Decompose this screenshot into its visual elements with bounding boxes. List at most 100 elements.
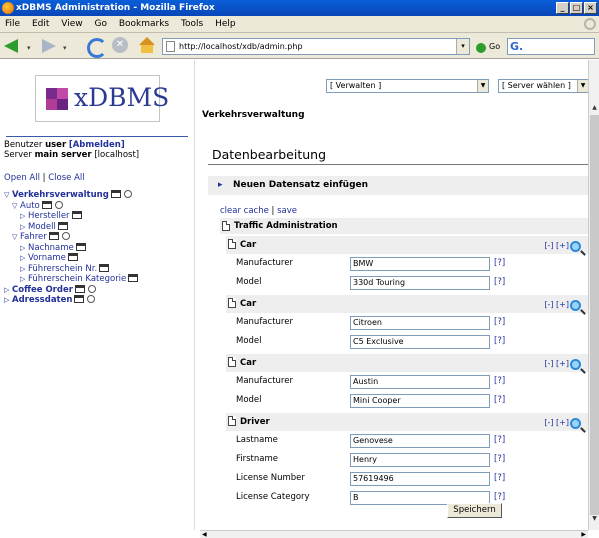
- go-button[interactable]: Go: [489, 42, 500, 51]
- tree-item-label[interactable]: Fahrer: [20, 232, 47, 242]
- go-arrow-icon[interactable]: [476, 43, 486, 53]
- menu-edit[interactable]: Edit: [32, 19, 49, 29]
- server-select[interactable]: [ Server wählen ] ▼: [498, 79, 589, 93]
- save-button[interactable]: Speichern: [447, 503, 502, 518]
- help-link[interactable]: [?]: [494, 473, 505, 483]
- menu-tools[interactable]: Tools: [181, 19, 203, 29]
- triangle-right-icon[interactable]: ▷: [20, 211, 28, 222]
- menu-view[interactable]: View: [61, 19, 82, 29]
- maximize-button[interactable]: □: [570, 2, 583, 14]
- expand-link[interactable]: [+]: [556, 300, 569, 309]
- magnifier-icon[interactable]: [570, 241, 581, 252]
- logout-link[interactable]: [Abmelden]: [69, 140, 125, 150]
- collapse-link[interactable]: [-]: [544, 241, 553, 250]
- back-arrow-icon[interactable]: [4, 37, 24, 55]
- tree-item[interactable]: ▽ Fahrer: [4, 232, 194, 243]
- help-link[interactable]: [?]: [494, 435, 505, 445]
- triangle-right-icon[interactable]: ▷: [20, 222, 28, 233]
- tree-item-label[interactable]: Vorname: [28, 253, 66, 263]
- tree-item[interactable]: ▷ Modell: [4, 221, 194, 233]
- table-edit-icon[interactable]: [74, 284, 85, 293]
- search-icon[interactable]: [87, 284, 96, 293]
- tree-item[interactable]: ▷ Vorname: [4, 253, 194, 264]
- tree-item-label[interactable]: Auto: [20, 201, 40, 211]
- expand-link[interactable]: [+]: [556, 241, 569, 250]
- table-edit-icon[interactable]: [57, 221, 68, 230]
- url-input[interactable]: http://localhost/xdb/admin.php ▾: [162, 38, 470, 55]
- table-edit-icon[interactable]: [48, 232, 59, 240]
- table-edit-icon[interactable]: [74, 295, 85, 303]
- search-icon[interactable]: [87, 295, 96, 303]
- field-input[interactable]: 57619496: [350, 472, 490, 486]
- tree-item[interactable]: ▷ Führerschein Kategorie: [4, 274, 194, 285]
- scroll-up-icon[interactable]: ▲: [590, 104, 599, 113]
- collapse-link[interactable]: [-]: [544, 359, 553, 368]
- home-icon[interactable]: [138, 37, 156, 55]
- table-edit-icon[interactable]: [75, 242, 86, 251]
- search-input[interactable]: G.: [507, 38, 595, 55]
- help-link[interactable]: [?]: [494, 258, 505, 268]
- triangle-right-icon[interactable]: ▷: [4, 285, 12, 296]
- scroll-left-icon[interactable]: ◀: [202, 531, 207, 538]
- field-input[interactable]: Mini Cooper: [350, 394, 490, 408]
- magnifier-icon[interactable]: [570, 300, 581, 311]
- help-link[interactable]: [?]: [494, 395, 505, 405]
- scroll-down-icon[interactable]: ▼: [590, 515, 599, 524]
- tree-item-label[interactable]: Modell: [28, 222, 56, 232]
- tree-item[interactable]: ▷ Nachname: [4, 242, 194, 254]
- tree-item[interactable]: ▷ Coffee Order: [4, 284, 194, 296]
- menu-help[interactable]: Help: [215, 19, 236, 29]
- expand-link[interactable]: [+]: [556, 359, 569, 368]
- save-link[interactable]: save: [277, 206, 297, 216]
- triangle-right-icon[interactable]: ▷: [20, 253, 28, 264]
- field-input[interactable]: BMW: [350, 257, 490, 271]
- tree-item-label[interactable]: Hersteller: [28, 211, 70, 221]
- table-edit-icon[interactable]: [128, 274, 139, 282]
- tree-item[interactable]: ▽ Verkehrsverwaltung: [4, 190, 194, 201]
- tree-item-label[interactable]: Adressdaten: [12, 295, 72, 305]
- triangle-right-icon[interactable]: ▷: [4, 295, 12, 306]
- search-icon[interactable]: [61, 232, 70, 240]
- table-edit-icon[interactable]: [110, 190, 121, 198]
- help-link[interactable]: [?]: [494, 376, 505, 386]
- tree-item-label[interactable]: Coffee Order: [12, 285, 73, 295]
- collapse-link[interactable]: [-]: [544, 418, 553, 427]
- tree-item[interactable]: ▽ Auto: [4, 200, 194, 212]
- magnifier-icon[interactable]: [570, 418, 581, 429]
- help-link[interactable]: [?]: [494, 492, 505, 502]
- help-link[interactable]: [?]: [494, 336, 505, 346]
- magnifier-icon[interactable]: [570, 359, 581, 370]
- triangle-right-icon[interactable]: ▷: [20, 243, 28, 254]
- triangle-down-icon[interactable]: ▽: [4, 190, 12, 201]
- triangle-right-icon[interactable]: ▷: [20, 264, 28, 275]
- horizontal-scrollbar[interactable]: ◀ ▶: [200, 530, 588, 538]
- close-button[interactable]: ×: [584, 2, 597, 14]
- tree-item-label[interactable]: Führerschein Nr.: [28, 264, 97, 274]
- help-link[interactable]: [?]: [494, 454, 505, 464]
- field-input[interactable]: Citroen: [350, 316, 490, 330]
- collapse-link[interactable]: [-]: [544, 300, 553, 309]
- expand-link[interactable]: [+]: [556, 418, 569, 427]
- minimize-button[interactable]: _: [556, 2, 569, 14]
- field-input[interactable]: 330d Touring: [350, 276, 490, 290]
- close-all-link[interactable]: Close All: [48, 173, 84, 183]
- field-input[interactable]: C5 Exclusive: [350, 335, 490, 349]
- field-input[interactable]: Austin: [350, 375, 490, 389]
- table-edit-icon[interactable]: [41, 200, 52, 209]
- table-edit-icon[interactable]: [99, 263, 110, 272]
- forward-arrow-icon[interactable]: [40, 37, 60, 55]
- open-all-link[interactable]: Open All: [4, 173, 40, 183]
- tree-item[interactable]: ▷ Führerschein Nr.: [4, 263, 194, 275]
- scroll-right-icon[interactable]: ▶: [581, 531, 586, 538]
- field-input[interactable]: Henry: [350, 453, 490, 467]
- table-edit-icon[interactable]: [67, 253, 78, 261]
- url-dropdown-icon[interactable]: ▾: [456, 39, 469, 54]
- stop-icon[interactable]: [112, 37, 130, 55]
- triangle-down-icon[interactable]: ▽: [12, 201, 20, 212]
- triangle-right-icon[interactable]: ▷: [20, 274, 28, 285]
- triangle-down-icon[interactable]: ▽: [12, 232, 20, 243]
- tree-item[interactable]: ▷ Adressdaten: [4, 295, 194, 306]
- menu-go[interactable]: Go: [94, 19, 106, 29]
- help-link[interactable]: [?]: [494, 277, 505, 287]
- menu-file[interactable]: File: [5, 19, 20, 29]
